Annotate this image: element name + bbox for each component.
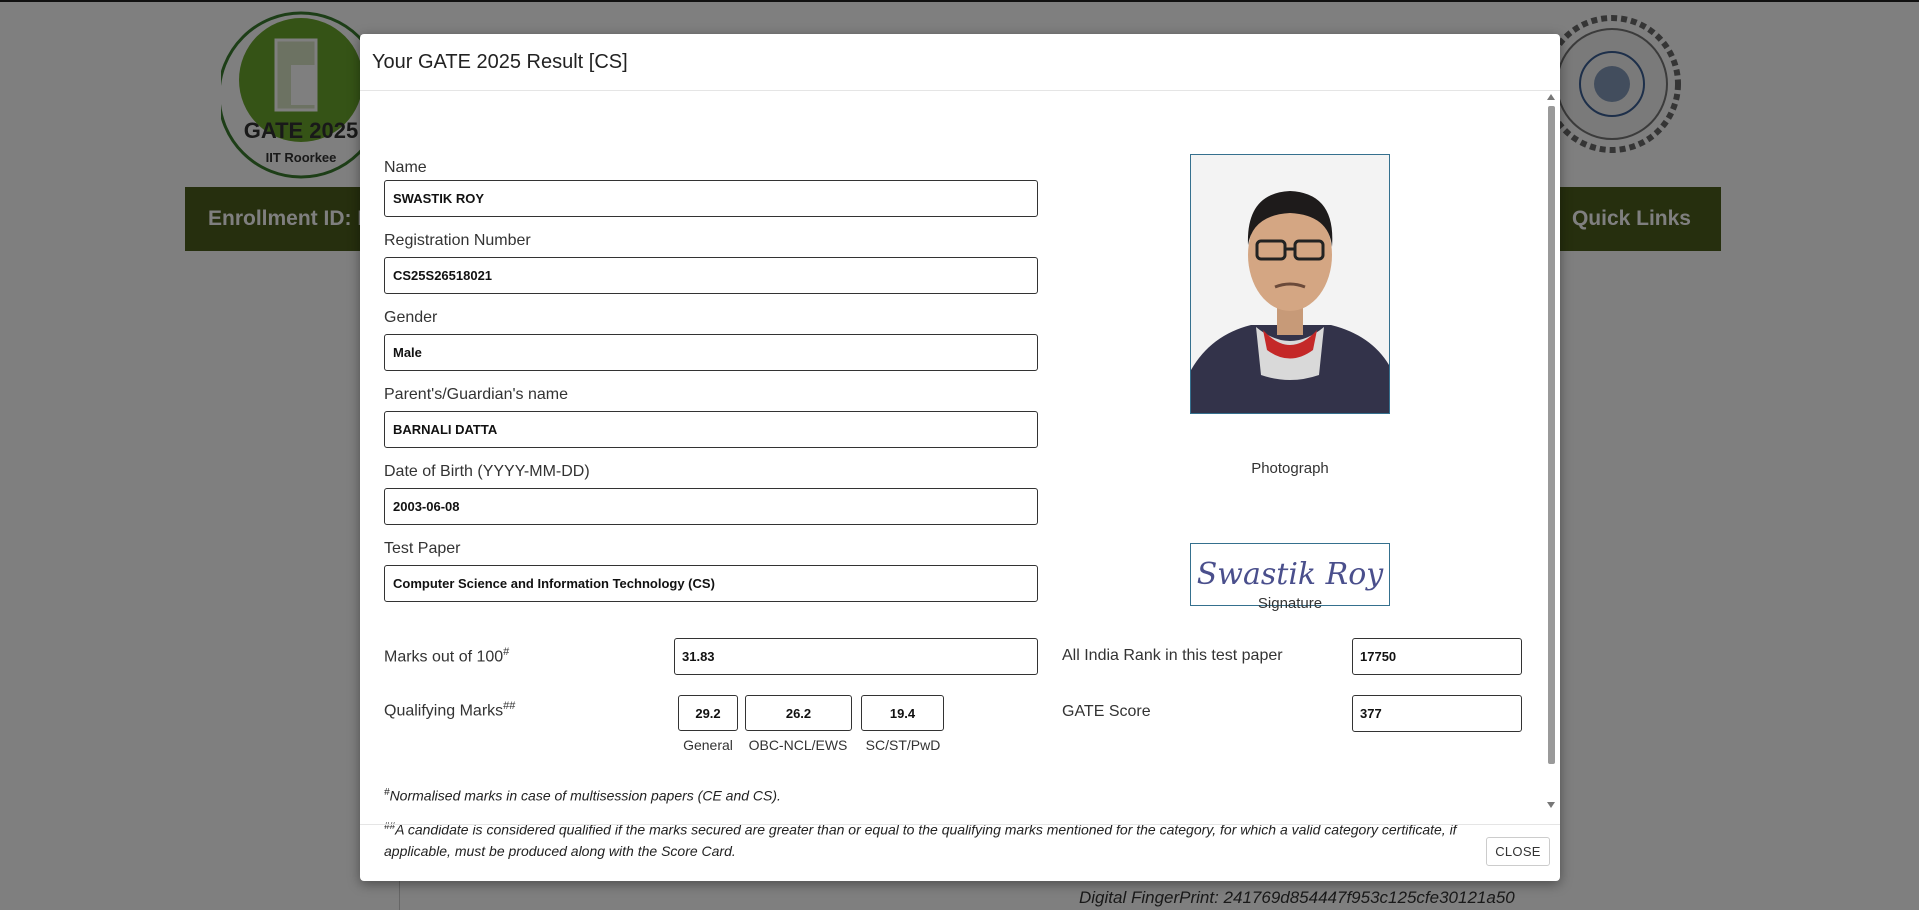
normalised-marks-note: #Normalised marks in case of multisessio…: [384, 787, 781, 804]
modal-body[interactable]: Name SWASTIK ROY Registration Number CS2…: [360, 91, 1560, 859]
svg-text:Swastik Roy: Swastik Roy: [1197, 557, 1385, 592]
registration-label: Registration Number: [384, 232, 531, 249]
dob-field[interactable]: 2003-06-08: [384, 488, 1038, 525]
photo-image: [1191, 155, 1389, 413]
general-caption: General: [683, 737, 733, 753]
rank-label: All India Rank in this test paper: [1062, 647, 1283, 664]
modal-header: Your GATE 2025 Result [CS]: [360, 34, 1560, 91]
guardian-label: Parent's/Guardian's name: [384, 386, 568, 403]
test-paper-field[interactable]: Computer Science and Information Technol…: [384, 565, 1038, 602]
guardian-field[interactable]: BARNALI DATTA: [384, 411, 1038, 448]
name-field[interactable]: SWASTIK ROY: [384, 180, 1038, 217]
scroll-up-arrow-icon[interactable]: [1547, 94, 1555, 100]
scroll-thumb[interactable]: [1548, 106, 1555, 764]
obc-caption: OBC-NCL/EWS: [748, 737, 848, 753]
qualifying-sc-field[interactable]: 19.4: [861, 695, 944, 731]
qualifying-obc-field[interactable]: 26.2: [745, 695, 852, 731]
marks-label: Marks out of 100#: [384, 646, 510, 666]
modal-title: Your GATE 2025 Result [CS]: [372, 51, 628, 73]
gate-score-field[interactable]: 377: [1352, 695, 1522, 732]
qualifying-general-field[interactable]: 29.2: [678, 695, 738, 731]
sc-caption: SC/ST/PwD: [865, 737, 941, 753]
qualifying-marks-label: Qualifying Marks##: [384, 700, 516, 720]
gender-field[interactable]: Male: [384, 334, 1038, 371]
gender-label: Gender: [384, 309, 438, 326]
result-modal: Your GATE 2025 Result [CS] Name SWASTIK …: [360, 34, 1560, 881]
marks-field[interactable]: 31.83: [674, 638, 1038, 675]
scroll-down-arrow-icon[interactable]: [1547, 802, 1555, 808]
close-button[interactable]: CLOSE: [1486, 837, 1550, 866]
modal-scrollbar[interactable]: [1547, 94, 1556, 808]
test-paper-label: Test Paper: [384, 540, 461, 557]
gate-score-label: GATE Score: [1062, 703, 1151, 720]
dob-label: Date of Birth (YYYY-MM-DD): [384, 463, 590, 480]
photograph-caption: Photograph: [1251, 460, 1329, 477]
candidate-photograph: [1190, 154, 1390, 414]
name-label: Name: [384, 159, 427, 176]
registration-field[interactable]: CS25S26518021: [384, 257, 1038, 294]
modal-footer: CLOSE: [360, 824, 1560, 881]
signature-caption: Signature: [1257, 595, 1323, 612]
rank-field[interactable]: 17750: [1352, 638, 1522, 675]
